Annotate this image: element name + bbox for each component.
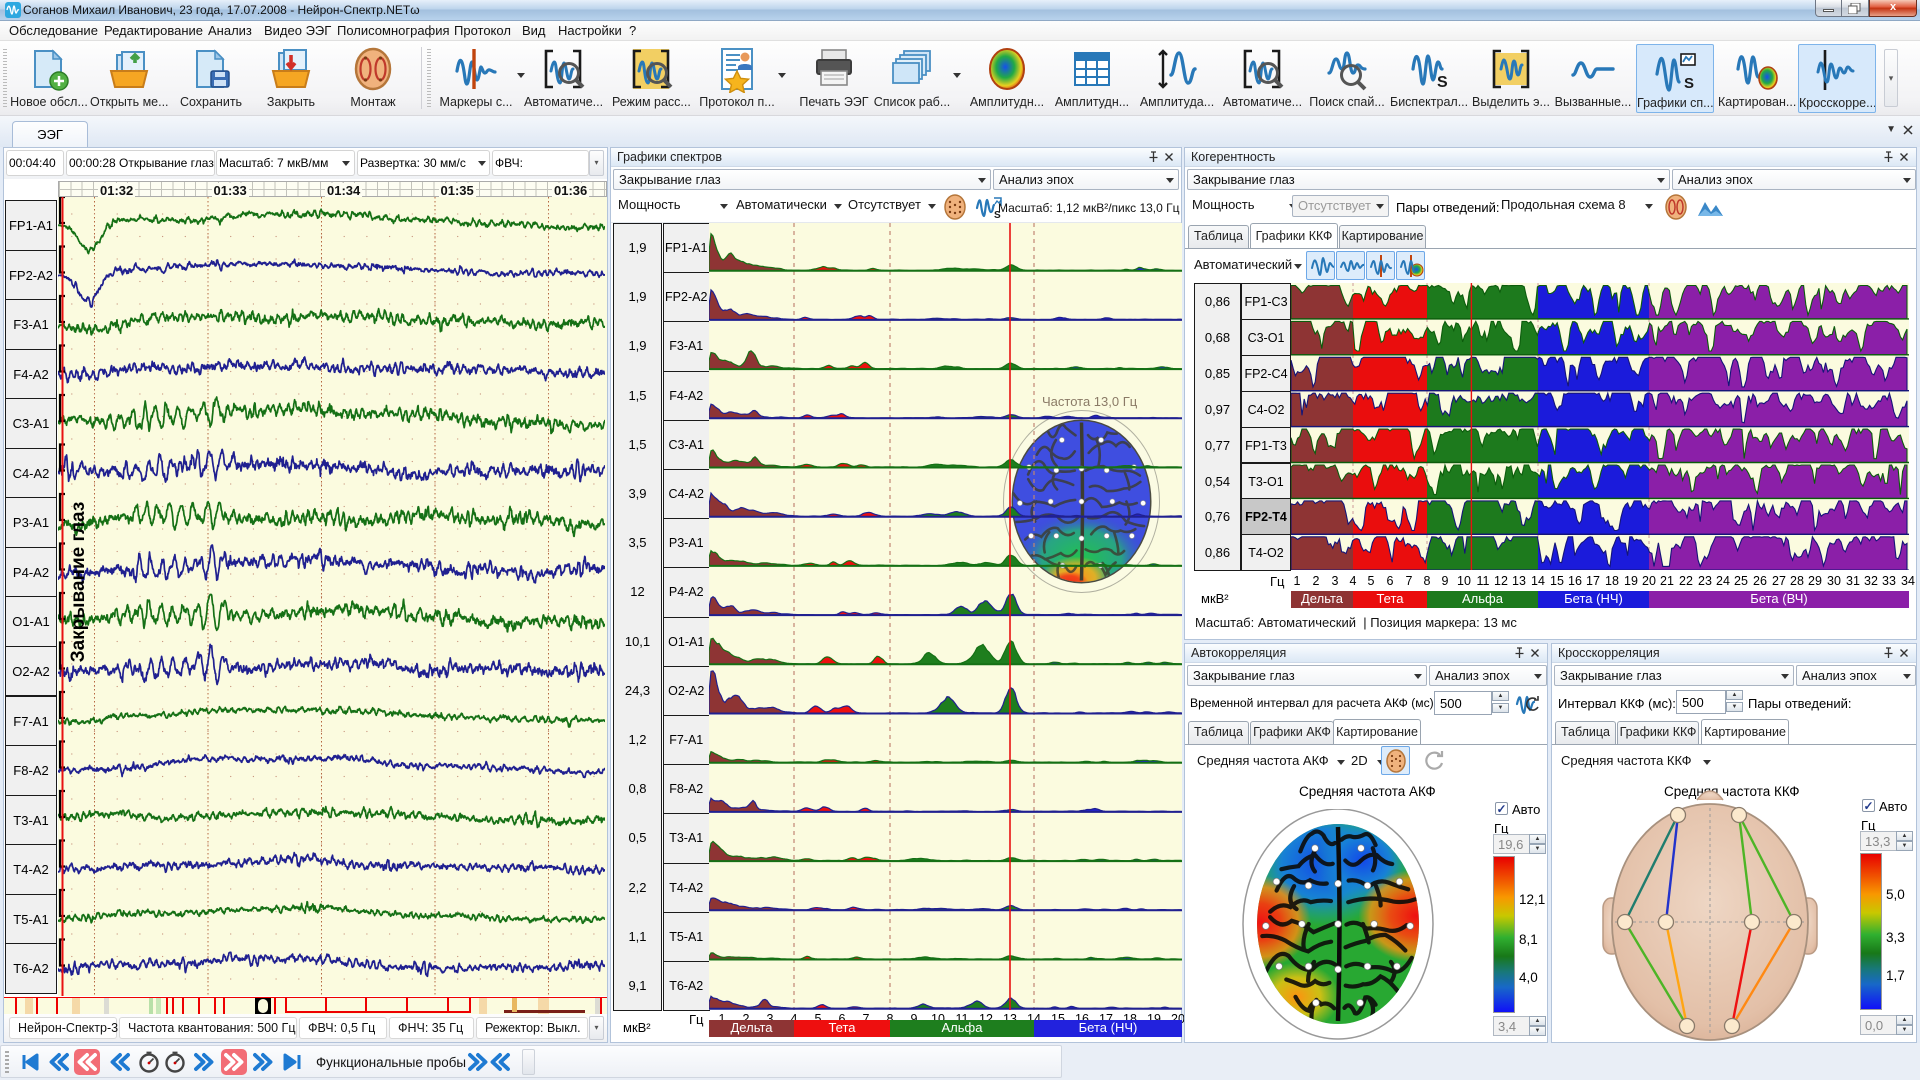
svg-text:S: S <box>1437 74 1448 91</box>
svg-text:Функциональные пробы: Функциональные пробы <box>316 1055 466 1070</box>
svg-text:Частота 13,0 Гц: Частота 13,0 Гц <box>1042 394 1138 409</box>
svg-text:S: S <box>1684 75 1694 92</box>
